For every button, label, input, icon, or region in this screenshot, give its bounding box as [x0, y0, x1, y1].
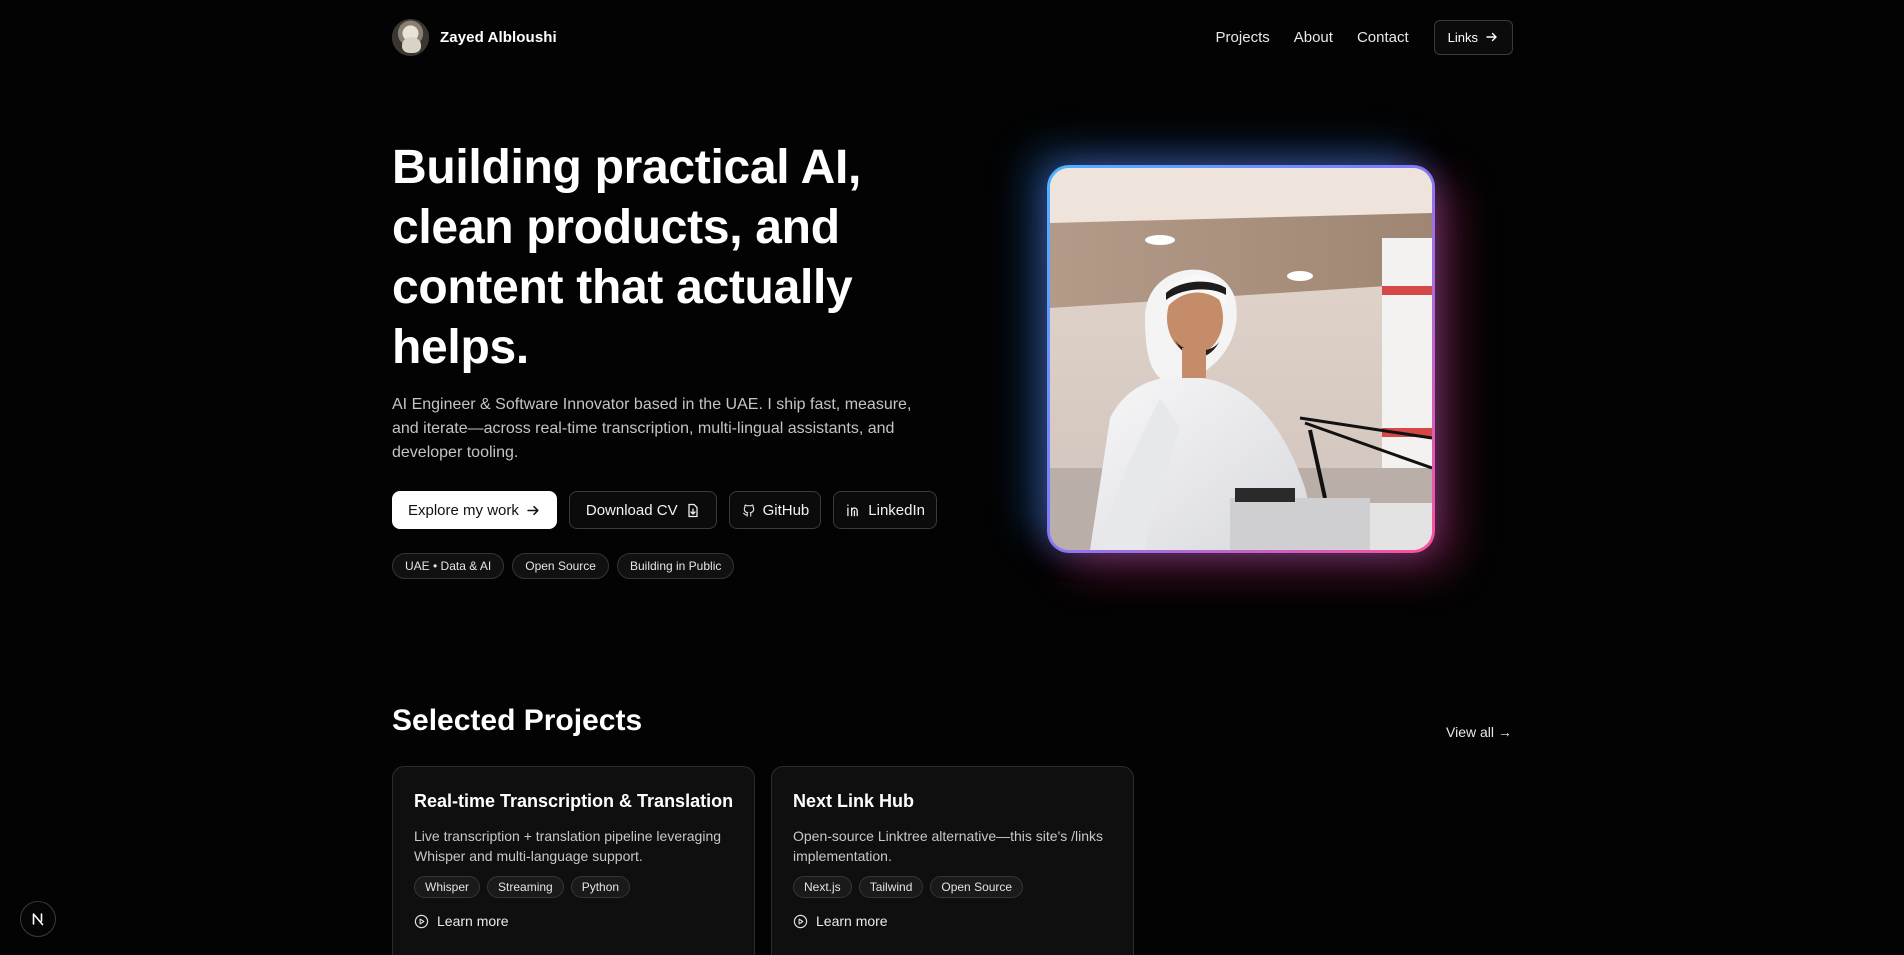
play-circle-icon	[414, 914, 429, 928]
hero-cta-row: Explore my work Download CV GitHub Linke…	[392, 491, 937, 529]
download-cv-button[interactable]: Download CV	[568, 491, 717, 529]
nav-link-projects[interactable]: Projects	[1216, 29, 1270, 46]
project-card-description: Open-source Linktree alternative—this si…	[793, 828, 1104, 864]
learn-more-label: Learn more	[816, 913, 888, 929]
github-icon	[742, 504, 754, 517]
brand-name: Zayed Albloushi	[440, 28, 557, 46]
hero-photo	[1050, 168, 1432, 550]
links-button[interactable]: Links	[1433, 19, 1513, 55]
nextjs-dev-badge[interactable]	[20, 901, 56, 937]
arrow-right-icon	[1486, 32, 1497, 42]
project-tag: Tailwind	[858, 876, 924, 898]
hero-chip: Building in Public	[616, 553, 735, 579]
nextjs-logo-icon	[32, 913, 44, 926]
links-button-label: Links	[1447, 29, 1478, 45]
hero-title: Building practical AI, clean products, a…	[392, 141, 862, 374]
github-button[interactable]: GitHub	[728, 491, 822, 529]
explore-work-button[interactable]: Explore my work	[392, 491, 557, 529]
arrow-right-icon	[527, 505, 539, 515]
hero-description: AI Engineer & Software Innovator based i…	[392, 396, 912, 461]
hero-chip-row: UAE • Data & AI Open Source Building in …	[392, 553, 735, 579]
site-header: Zayed Albloushi Projects About Contact L…	[392, 18, 1513, 56]
view-all-projects-link[interactable]: View all →	[1446, 724, 1512, 740]
linkedin-button[interactable]: LinkedIn	[833, 491, 937, 529]
project-card-description: Live transcription + translation pipelin…	[414, 828, 722, 864]
main-nav: Projects About Contact Links	[1216, 19, 1513, 55]
brand[interactable]: Zayed Albloushi	[392, 18, 557, 56]
nav-link-about[interactable]: About	[1294, 29, 1333, 46]
explore-work-label: Explore my work	[408, 501, 519, 519]
project-tag: Python	[570, 876, 631, 898]
project-card-title: Next Link Hub	[793, 791, 915, 811]
avatar	[392, 18, 429, 56]
project-card-tags: Next.js Tailwind Open Source	[793, 876, 1113, 898]
hero-chip: Open Source	[512, 553, 609, 579]
linkedin-label: LinkedIn	[868, 501, 925, 519]
file-download-icon	[687, 503, 698, 517]
projects-section-title: Selected Projects	[392, 704, 643, 737]
project-card-tags: Whisper Streaming Python	[414, 876, 734, 898]
learn-more-label: Learn more	[437, 913, 509, 929]
project-card-title: Real-time Transcription & Translation	[414, 791, 734, 811]
nav-link-contact[interactable]: Contact	[1357, 29, 1409, 46]
learn-more-link[interactable]: Learn more	[793, 913, 1113, 929]
project-tag: Streaming	[487, 876, 564, 898]
download-cv-label: Download CV	[585, 501, 678, 519]
learn-more-link[interactable]: Learn more	[414, 913, 734, 929]
project-cards: Real-time Transcription & Translation Li…	[392, 766, 1134, 955]
github-label: GitHub	[762, 501, 810, 519]
project-card[interactable]: Next Link Hub Open-source Linktree alter…	[771, 766, 1134, 955]
play-circle-icon	[793, 914, 808, 928]
linkedin-icon	[847, 504, 859, 517]
hero-photo-frame	[1047, 165, 1435, 553]
project-card[interactable]: Real-time Transcription & Translation Li…	[392, 766, 755, 955]
hero-chip: UAE • Data & AI	[392, 553, 505, 579]
project-tag: Next.js	[793, 876, 852, 898]
project-tag: Open Source	[930, 876, 1024, 898]
project-tag: Whisper	[414, 876, 481, 898]
